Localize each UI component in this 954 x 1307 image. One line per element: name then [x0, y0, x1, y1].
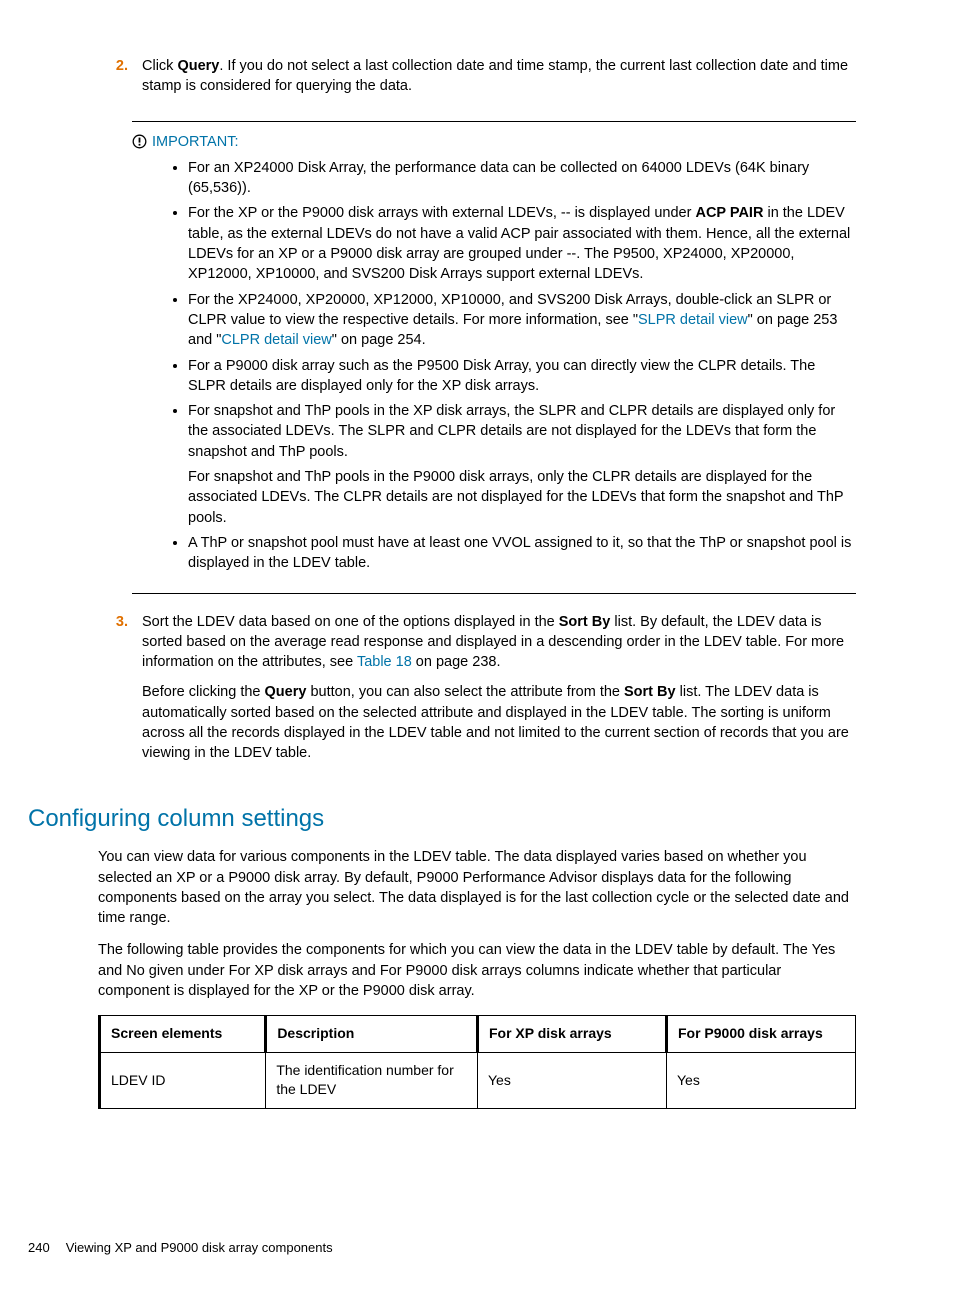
step-number: 3. [98, 612, 142, 774]
components-table: Screen elements Description For XP disk … [98, 1015, 856, 1109]
text: For the XP or the P9000 disk arrays with… [188, 205, 695, 221]
text: on page 238. [412, 654, 501, 670]
text: . If you do not select a last collection… [142, 58, 848, 94]
section-heading: Configuring column settings [28, 802, 856, 836]
col-p9000: For P9000 disk arrays [666, 1016, 855, 1053]
note-heading: IMPORTANT: [132, 132, 856, 152]
bullet-item: A ThP or snapshot pool must have at leas… [188, 533, 856, 574]
ui-term-query: Query [177, 58, 219, 74]
bullet-item: For the XP or the P9000 disk arrays with… [188, 203, 856, 284]
footer-title: Viewing XP and P9000 disk array componen… [66, 1239, 333, 1257]
ui-term-acp-pair: ACP PAIR [695, 205, 763, 221]
text: " on page 254. [332, 332, 426, 348]
col-xp: For XP disk arrays [477, 1016, 666, 1053]
text: For snapshot and ThP pools in the XP dis… [188, 403, 835, 460]
col-screen-elements: Screen elements [100, 1016, 266, 1053]
link-slpr-detail[interactable]: SLPR detail view [638, 312, 748, 328]
text: Sort the LDEV data based on one of the o… [142, 614, 559, 630]
note-label: IMPORTANT: [152, 132, 238, 152]
link-table-18[interactable]: Table 18 [357, 654, 412, 670]
text: For snapshot and ThP pools in the P9000 … [188, 467, 856, 528]
step-body: Sort the LDEV data based on one of the o… [142, 612, 856, 774]
important-icon [132, 134, 147, 149]
ui-term-sort-by: Sort By [559, 614, 611, 630]
page-number: 240 [28, 1239, 50, 1257]
cell-description: The identification number for the LDEV [266, 1052, 478, 1108]
section-paragraph: The following table provides the compone… [98, 940, 856, 1001]
bullet-item: For the XP24000, XP20000, XP12000, XP100… [188, 290, 856, 351]
step-body: Click Query. If you do not select a last… [142, 56, 856, 107]
step-3: 3. Sort the LDEV data based on one of th… [98, 612, 856, 774]
col-description: Description [266, 1016, 478, 1053]
text: Click [142, 58, 177, 74]
note-bullets: For an XP24000 Disk Array, the performan… [132, 158, 856, 574]
bullet-item: For snapshot and ThP pools in the XP dis… [188, 401, 856, 528]
step-number: 2. [98, 56, 142, 107]
ui-term-query: Query [265, 684, 307, 700]
table-header-row: Screen elements Description For XP disk … [100, 1016, 856, 1053]
bullet-item: For an XP24000 Disk Array, the performan… [188, 158, 856, 199]
cell-xp: Yes [477, 1052, 666, 1108]
important-note: IMPORTANT: For an XP24000 Disk Array, th… [132, 121, 856, 594]
link-clpr-detail[interactable]: CLPR detail view [221, 332, 331, 348]
section-paragraph: You can view data for various components… [98, 847, 856, 928]
cell-p9000: Yes [666, 1052, 855, 1108]
bullet-item: For a P9000 disk array such as the P9500… [188, 356, 856, 397]
text: button, you can also select the attribut… [306, 684, 624, 700]
ui-term-sort-by: Sort By [624, 684, 676, 700]
page-footer: 240 Viewing XP and P9000 disk array comp… [28, 1239, 856, 1257]
cell-screen-element: LDEV ID [100, 1052, 266, 1108]
table-row: LDEV ID The identification number for th… [100, 1052, 856, 1108]
text: Before clicking the [142, 684, 265, 700]
step-2: 2. Click Query. If you do not select a l… [98, 56, 856, 107]
